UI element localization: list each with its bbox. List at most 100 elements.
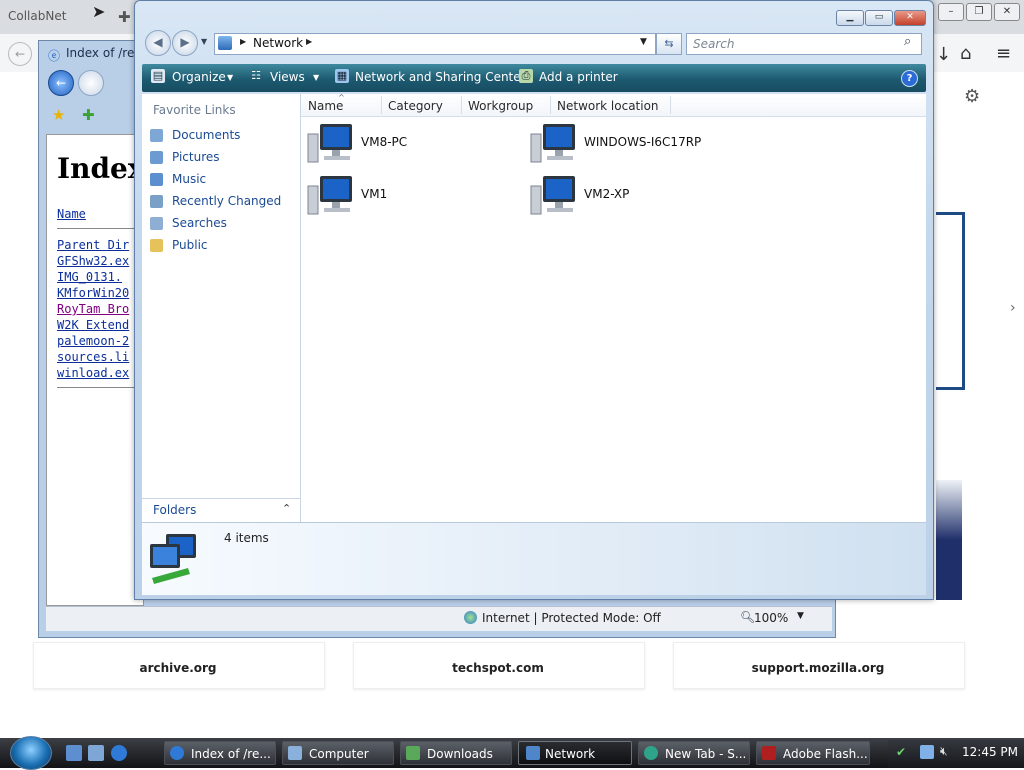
top-site-label[interactable]: archive.org xyxy=(33,661,323,675)
background-tab-title[interactable]: CollabNet xyxy=(8,9,66,23)
bg-restore-button[interactable]: ❐ xyxy=(966,3,992,21)
ie-file-link[interactable]: sources.li xyxy=(57,350,139,364)
tray-network-icon[interactable] xyxy=(920,745,934,759)
network-location-icon xyxy=(218,36,232,50)
breadcrumb-arrow-icon[interactable]: ▶ xyxy=(306,37,312,46)
zoom-icon[interactable]: 🔍︎ xyxy=(740,610,755,624)
tray-check-icon[interactable]: ✔ xyxy=(896,745,906,759)
navigation-pane xyxy=(142,94,301,522)
sort-ascending-icon: ^ xyxy=(338,93,345,102)
computer-icon xyxy=(288,746,302,760)
ie-file-link[interactable]: W2K Extend xyxy=(57,318,139,332)
breadcrumb-arrow-icon[interactable]: ▶ xyxy=(240,37,246,46)
network-sharing-center-button[interactable]: Network and Sharing Center xyxy=(355,70,526,84)
ie-tab-title[interactable]: Index of /rep xyxy=(66,46,142,60)
column-header-network-location[interactable]: Network location xyxy=(557,99,659,113)
search-icon[interactable]: ⌕ xyxy=(904,34,911,49)
column-separator[interactable] xyxy=(550,96,551,114)
volume-muted-icon[interactable]: 🔇︎ xyxy=(940,744,948,759)
column-separator[interactable] xyxy=(381,96,382,114)
help-icon[interactable]: ? xyxy=(901,70,918,87)
recent-pages-icon[interactable]: ▼ xyxy=(201,37,207,46)
ie-file-link[interactable]: RoyTam Bro xyxy=(57,302,139,316)
nav-item-searches[interactable]: Searches xyxy=(172,216,227,230)
add-printer-button[interactable]: Add a printer xyxy=(539,70,618,84)
views-button[interactable]: Views xyxy=(270,70,305,84)
top-site-label[interactable]: support.mozilla.org xyxy=(673,661,963,675)
back-button[interactable]: ◀ xyxy=(145,30,171,56)
computer-label[interactable]: VM8-PC xyxy=(361,135,407,149)
show-desktop-icon[interactable] xyxy=(66,745,82,761)
computer-label[interactable]: VM2-XP xyxy=(584,187,629,201)
zoom-dropdown-icon[interactable]: ▼ xyxy=(797,611,804,621)
gear-icon[interactable]: ⚙ xyxy=(964,86,980,107)
ie-forward-icon[interactable] xyxy=(78,70,104,96)
bg-page-panel xyxy=(936,212,965,390)
music-icon xyxy=(150,173,163,186)
organize-dropdown-icon[interactable]: ▼ xyxy=(227,73,233,82)
network-details-icon xyxy=(148,530,210,589)
extension-icon[interactable]: ✚ xyxy=(118,8,131,26)
forward-button[interactable]: ▶ xyxy=(172,30,198,56)
ie-quicklaunch-icon[interactable] xyxy=(111,745,127,761)
nav-item-documents[interactable]: Documents xyxy=(172,128,240,142)
ie-file-link[interactable]: GFShw32.ex xyxy=(57,254,139,268)
views-dropdown-icon[interactable]: ▼ xyxy=(313,73,319,82)
nav-item-music[interactable]: Music xyxy=(172,172,206,186)
nav-item-public[interactable]: Public xyxy=(172,238,208,252)
column-header-workgroup[interactable]: Workgroup xyxy=(468,99,533,113)
folders-label[interactable]: Folders xyxy=(153,503,196,517)
ie-file-link[interactable]: KMforWin20 xyxy=(57,286,139,300)
ie-file-link[interactable]: IMG_0131. xyxy=(57,270,139,284)
computer-label[interactable]: VM1 xyxy=(361,187,387,201)
top-site-label[interactable]: techspot.com xyxy=(353,661,643,675)
item-count: 4 items xyxy=(224,531,269,545)
hamburger-icon[interactable]: ≡ xyxy=(996,43,1011,64)
column-separator[interactable] xyxy=(670,96,671,114)
chevron-up-icon[interactable]: ⌃ xyxy=(282,502,291,515)
bg-minimize-button[interactable]: – xyxy=(938,3,964,21)
favorites-star-icon[interactable]: ★ xyxy=(52,106,65,124)
address-breadcrumb[interactable]: Network xyxy=(253,36,303,50)
scroll-right-icon[interactable]: › xyxy=(1010,300,1016,316)
mouse-cursor-icon: ➤ xyxy=(92,2,106,21)
add-favorite-icon[interactable]: ✚ xyxy=(82,106,95,124)
ie-zoom-level[interactable]: 100% xyxy=(754,611,788,625)
public-folder-icon xyxy=(150,239,163,252)
computer-item[interactable] xyxy=(306,174,354,221)
ie-name-header[interactable]: Name xyxy=(57,207,139,221)
switch-windows-icon[interactable] xyxy=(88,745,104,761)
folder-icon xyxy=(406,746,420,760)
maximize-button[interactable]: ▭ xyxy=(865,10,893,26)
ie-back-icon[interactable]: ← xyxy=(48,70,74,96)
bg-back-icon[interactable]: ← xyxy=(8,42,32,66)
refresh-button[interactable]: ⇆ xyxy=(656,33,682,55)
home-icon[interactable]: ⌂ xyxy=(960,43,971,64)
start-button[interactable] xyxy=(10,736,52,770)
computer-label[interactable]: WINDOWS-I6C17RP xyxy=(584,135,701,149)
ie-file-link[interactable]: Parent Dir xyxy=(57,238,139,252)
taskbar xyxy=(0,738,1024,768)
minimize-button[interactable]: ▁ xyxy=(836,10,864,26)
ie-file-link[interactable]: palemoon-2 xyxy=(57,334,139,348)
documents-icon xyxy=(150,129,163,142)
views-icon: ☷ xyxy=(251,69,261,82)
organize-button[interactable]: Organize xyxy=(172,70,226,84)
column-header-category[interactable]: Category xyxy=(388,99,443,113)
computer-item[interactable] xyxy=(529,122,577,169)
download-icon[interactable]: ↓ xyxy=(936,44,951,65)
column-separator[interactable] xyxy=(461,96,462,114)
address-dropdown-icon[interactable]: ▼ xyxy=(640,37,647,47)
clock[interactable]: 12:45 PM xyxy=(962,745,1018,759)
nav-item-recently-changed[interactable]: Recently Changed xyxy=(172,194,281,208)
ie-status-bar xyxy=(46,606,832,631)
ie-file-link[interactable]: winload.ex xyxy=(57,366,139,380)
close-button[interactable]: ✕ xyxy=(894,10,926,26)
nav-item-pictures[interactable]: Pictures xyxy=(172,150,220,164)
computer-item[interactable] xyxy=(529,174,577,221)
organize-icon: ▤ xyxy=(151,69,165,83)
pictures-icon xyxy=(150,151,163,164)
bg-close-button[interactable]: ✕ xyxy=(994,3,1020,21)
printer-icon: ⎙ xyxy=(519,69,533,83)
computer-item[interactable] xyxy=(306,122,354,169)
